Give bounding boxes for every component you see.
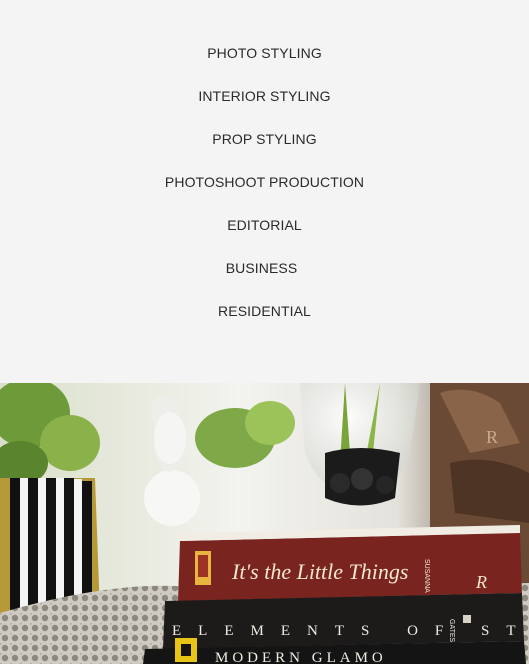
menu-item-business[interactable]: BUSINESS	[0, 259, 526, 277]
book-middle-author: GATES	[448, 619, 455, 643]
book-middle-title: ELEMENTS OF STYLE	[172, 623, 529, 639]
svg-text:R: R	[486, 427, 498, 447]
menu-item-editorial[interactable]: EDITORIAL	[0, 216, 529, 234]
menu-item-residential[interactable]: RESIDENTIAL	[0, 302, 529, 320]
menu-item-photo-styling[interactable]: PHOTO STYLING	[0, 44, 529, 62]
menu-item-photoshoot-production[interactable]: PHOTOSHOOT PRODUCTION	[0, 173, 529, 191]
services-menu: PHOTO STYLING INTERIOR STYLING PROP STYL…	[0, 0, 529, 383]
book-middle: ELEMENTS OF STYLE GATES	[163, 593, 529, 649]
styled-books-photo: R It's the Little Things SUSANNA SALK R …	[0, 383, 529, 664]
menu-item-prop-styling[interactable]: PROP STYLING	[0, 130, 529, 148]
book-top-publisher: R	[475, 572, 487, 592]
page: PHOTO STYLING INTERIOR STYLING PROP STYL…	[0, 0, 529, 664]
book-top-title: It's the Little Things	[231, 559, 408, 584]
menu-item-interior-styling[interactable]: INTERIOR STYLING	[0, 87, 529, 105]
hero-photo: R It's the Little Things SUSANNA SALK R …	[0, 383, 529, 664]
book-bottom-title: MODERN GLAMO	[215, 650, 387, 664]
